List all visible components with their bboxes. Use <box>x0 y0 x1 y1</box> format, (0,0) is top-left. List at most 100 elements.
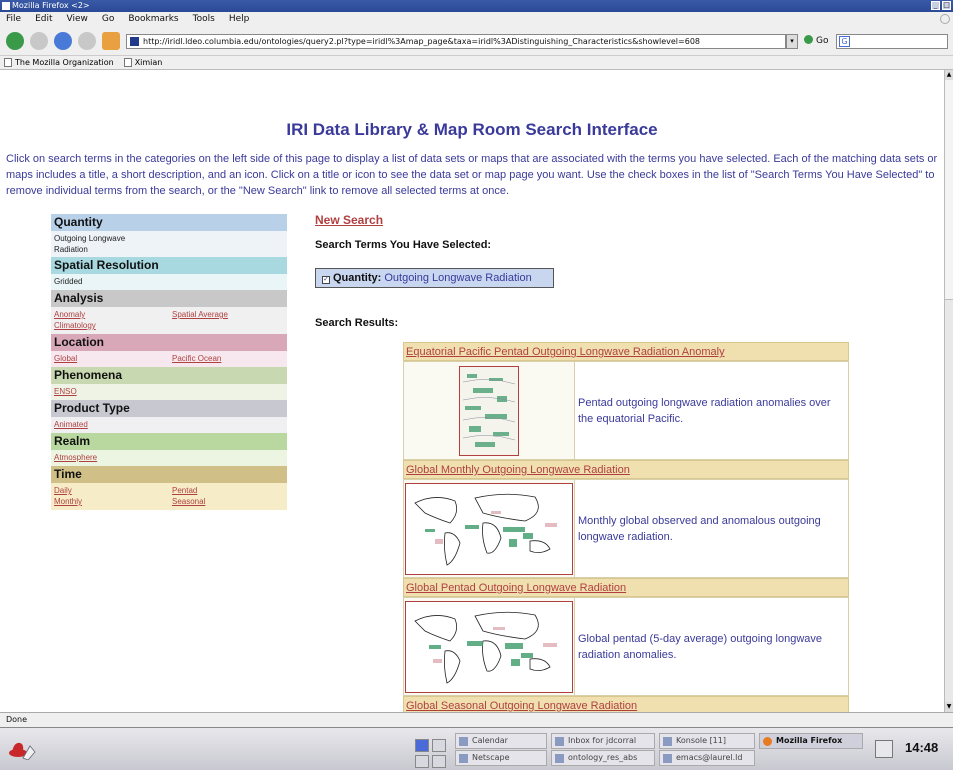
task-firefox[interactable]: Mozilla Firefox <box>759 733 863 749</box>
minimize-icon[interactable]: _ <box>931 1 940 10</box>
result-row: Pentad outgoing longwave radiation anoma… <box>403 361 849 460</box>
scroll-down-icon[interactable]: ▼ <box>945 702 953 712</box>
facet-header: Product Type <box>51 400 287 417</box>
page-icon <box>123 58 132 67</box>
selected-term-box: ✓ Quantity: Outgoing Longwave Radiation <box>315 268 554 288</box>
result-thumbnail[interactable] <box>404 362 575 459</box>
task-label: Inbox for jdcorral <box>568 736 637 745</box>
facet-body: Animated <box>51 417 287 433</box>
task-calendar[interactable]: Calendar <box>455 733 547 749</box>
menubar: File Edit View Go Bookmarks Tools Help <box>0 12 953 26</box>
task-netscape[interactable]: Netscape <box>455 750 547 766</box>
facet-phenomena: Phenomena ENSO <box>51 367 287 400</box>
menu-go[interactable]: Go <box>102 12 114 26</box>
task-emacs[interactable]: emacs@laurel.ld <box>659 750 755 766</box>
result-thumbnail[interactable] <box>404 598 575 695</box>
result-description: Global pentad (5-day average) outgoing l… <box>578 632 822 661</box>
navigation-toolbar: http://iridl.ldeo.columbia.edu/ontologie… <box>0 26 953 56</box>
workspace-1[interactable] <box>415 739 429 752</box>
facet-quantity: Quantity Outgoing Longwave Radiation <box>51 214 287 257</box>
term-pacific-ocean-link[interactable]: Pacific Ocean <box>172 353 290 364</box>
result-title-link[interactable]: Global Seasonal Outgoing Longwave Radiat… <box>403 696 849 712</box>
facet-body: Atmosphere <box>51 450 287 466</box>
maximize-icon[interactable]: □ <box>942 1 951 10</box>
result-title-link[interactable]: Global Pentad Outgoing Longwave Radiatio… <box>403 578 849 597</box>
reload-icon[interactable] <box>54 32 72 50</box>
term-anomaly-link[interactable]: Anomaly <box>54 309 172 320</box>
term-spatial-average-link[interactable]: Spatial Average <box>172 309 290 320</box>
notification-icon[interactable] <box>875 740 893 758</box>
task-inbox[interactable]: Inbox for jdcorral <box>551 733 655 749</box>
result-title-link[interactable]: Global Monthly Outgoing Longwave Radiati… <box>403 460 849 479</box>
search-input[interactable]: G <box>836 34 948 49</box>
workspace-3[interactable] <box>415 755 429 768</box>
result-description: Pentad outgoing longwave radiation anoma… <box>578 396 831 425</box>
selected-term-checkbox[interactable]: ✓ <box>322 276 330 284</box>
back-arrow-icon[interactable] <box>6 32 24 50</box>
menu-file[interactable]: File <box>6 12 21 26</box>
facet-body: Anomaly Spatial Average Climatology <box>51 307 287 334</box>
facet-product-type: Product Type Animated <box>51 400 287 433</box>
facet-body: Outgoing Longwave Radiation <box>51 231 287 257</box>
facet-header: Phenomena <box>51 367 287 384</box>
term-daily-link[interactable]: Daily <box>54 485 172 496</box>
term-enso-link[interactable]: ENSO <box>54 386 172 397</box>
url-input[interactable]: http://iridl.ldeo.columbia.edu/ontologie… <box>126 34 786 49</box>
calendar-icon <box>459 737 468 746</box>
task-label: Netscape <box>472 753 510 762</box>
term-animated-link[interactable]: Animated <box>54 419 172 430</box>
bookmark-ximian[interactable]: Ximian <box>123 56 162 69</box>
window-titlebar[interactable]: Mozilla Firefox <2> _ □ <box>0 0 953 12</box>
home-icon[interactable] <box>102 32 120 50</box>
go-button[interactable]: Go <box>804 34 828 49</box>
term-atmosphere-link[interactable]: Atmosphere <box>54 452 172 463</box>
menu-view[interactable]: View <box>67 12 88 26</box>
facet-time: Time Daily Pentad Monthly Seasonal <box>51 466 287 510</box>
desktop-taskbar: Calendar Netscape Inbox for jdcorral ont… <box>0 727 953 770</box>
window-menu-icon[interactable] <box>2 2 10 10</box>
menu-help[interactable]: Help <box>229 12 250 26</box>
scrollbar-thumb[interactable] <box>945 70 953 300</box>
facet-body: Daily Pentad Monthly Seasonal <box>51 483 287 510</box>
menu-bookmarks[interactable]: Bookmarks <box>128 12 178 26</box>
result-description: Monthly global observed and anomalous ou… <box>578 514 821 543</box>
selected-terms-heading: Search Terms You Have Selected: <box>315 239 492 251</box>
url-text: http://iridl.ldeo.columbia.edu/ontologie… <box>143 37 700 46</box>
firefox-icon <box>763 737 772 746</box>
status-bar: Done <box>0 712 953 727</box>
url-history-dropdown[interactable]: ▾ <box>786 34 798 49</box>
menu-edit[interactable]: Edit <box>35 12 52 26</box>
task-ontology[interactable]: ontology_res_abs <box>551 750 655 766</box>
term-climatology-link[interactable]: Climatology <box>54 320 172 331</box>
terminal-icon <box>663 737 672 746</box>
search-results-heading: Search Results: <box>315 317 399 329</box>
mail-icon <box>555 737 564 746</box>
new-search-link[interactable]: New Search <box>315 213 383 227</box>
workspace-2[interactable] <box>432 739 446 752</box>
result-title-link[interactable]: Equatorial Pacific Pentad Outgoing Longw… <box>403 342 849 361</box>
term-monthly-link[interactable]: Monthly <box>54 496 172 507</box>
facet-sidebar: Quantity Outgoing Longwave Radiation Spa… <box>51 214 287 510</box>
emacs-icon <box>663 754 672 763</box>
result-thumbnail[interactable] <box>404 480 575 577</box>
bookmarks-toolbar: The Mozilla Organization Ximian <box>0 56 953 70</box>
results-table: Equatorial Pacific Pentad Outgoing Longw… <box>403 342 849 712</box>
scroll-up-icon[interactable]: ▲ <box>945 70 953 80</box>
task-konsole[interactable]: Konsole [11] <box>659 733 755 749</box>
page-title: IRI Data Library & Map Room Search Inter… <box>286 120 658 139</box>
netscape-icon <box>459 754 468 763</box>
workspace-4[interactable] <box>432 755 446 768</box>
stop-icon[interactable] <box>78 32 96 50</box>
menu-tools[interactable]: Tools <box>193 12 215 26</box>
term-global-link[interactable]: Global <box>54 353 172 364</box>
vertical-scrollbar[interactable]: ▲ ▼ <box>944 70 953 712</box>
intro-text: Click on search terms in the categories … <box>6 153 938 197</box>
task-label: Mozilla Firefox <box>776 736 843 745</box>
bookmark-mozilla[interactable]: The Mozilla Organization <box>4 56 114 69</box>
red-hat-menu-icon[interactable] <box>8 738 36 760</box>
term-seasonal-link[interactable]: Seasonal <box>172 496 290 507</box>
throbber-icon <box>940 14 950 24</box>
forward-arrow-icon[interactable] <box>30 32 48 50</box>
google-search-icon: G <box>839 36 850 47</box>
term-pentad-link[interactable]: Pentad <box>172 485 290 496</box>
